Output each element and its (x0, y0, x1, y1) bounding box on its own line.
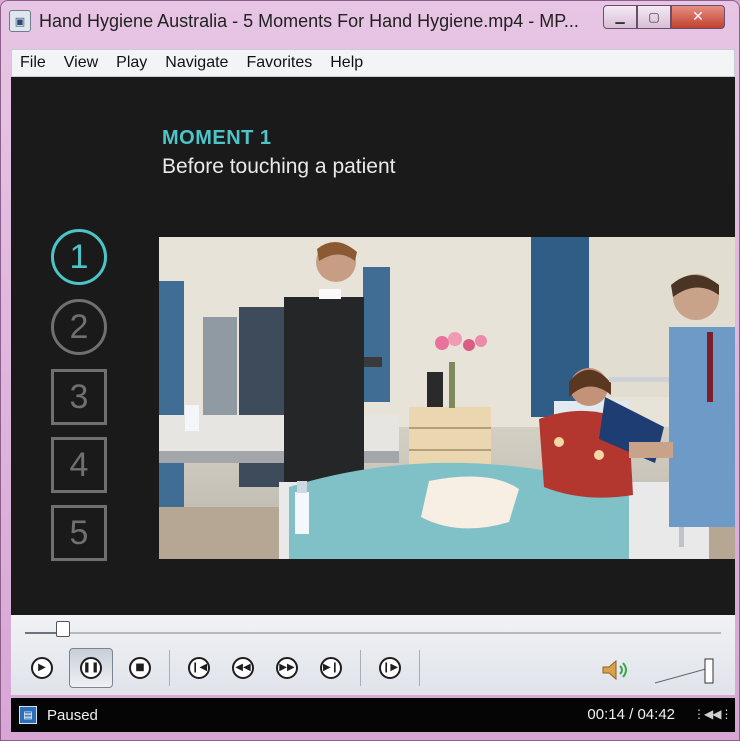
rewind-button[interactable]: ◀◀ (226, 651, 260, 685)
step-3-indicator: 3 (51, 369, 107, 425)
window-controls: ▁ ▢ ✕ (603, 5, 725, 29)
rewind-icon: ◀◀ (232, 657, 254, 679)
window-title: Hand Hygiene Australia - 5 Moments For H… (39, 10, 579, 31)
fast-forward-icon: ▶▶ (276, 657, 298, 679)
speaker-icon[interactable] (601, 659, 631, 681)
time-readout: 00:14 / 04:42 (587, 706, 675, 723)
menu-item-navigate[interactable]: Navigate (165, 54, 228, 72)
separator (169, 650, 170, 686)
pause-icon: ❚❚ (80, 657, 102, 679)
close-icon: ✕ (692, 9, 704, 25)
close-button[interactable]: ✕ (671, 5, 725, 29)
seek-bar[interactable] (25, 632, 721, 634)
step-frame-button[interactable]: ❙▶ (373, 651, 407, 685)
media-player-window: ▣ Hand Hygiene Australia - 5 Moments For… (0, 0, 740, 741)
minimize-button[interactable]: ▁ (603, 5, 637, 29)
video-frame-hospital-scene (159, 237, 735, 559)
menu-item-play[interactable]: Play (116, 54, 147, 72)
separator (419, 650, 420, 686)
transport-controls: ▶ ❚❚ ■ ❙◀ ◀◀ ▶▶ ▶❙ ❙▶ (25, 648, 432, 688)
play-icon: ▶ (31, 657, 53, 679)
maximize-button[interactable]: ▢ (637, 5, 671, 29)
volume-slider[interactable] (651, 655, 721, 687)
menu-item-view[interactable]: View (64, 54, 98, 72)
menu-item-file[interactable]: File (20, 54, 46, 72)
skip-forward-icon: ▶❙ (320, 657, 342, 679)
status-icon: ▤ (19, 706, 37, 724)
step-5-indicator: 5 (51, 505, 107, 561)
step-2-indicator: 2 (51, 299, 107, 355)
playback-controls-panel: ▶ ❚❚ ■ ❙◀ ◀◀ ▶▶ ▶❙ ❙▶ (11, 615, 735, 695)
video-display[interactable]: MOMENT 1 Before touching a patient 1 2 3… (11, 77, 735, 615)
moment-heading: MOMENT 1 (162, 127, 272, 149)
menu-item-help[interactable]: Help (330, 54, 363, 72)
playback-state: Paused (47, 706, 98, 724)
skip-back-icon: ❙◀ (188, 657, 210, 679)
pause-button[interactable]: ❚❚ (69, 648, 113, 688)
fast-forward-button[interactable]: ▶▶ (270, 651, 304, 685)
separator (360, 650, 361, 686)
status-bar: ▤ Paused 00:14 / 04:42 ⋮◀◀⋮ (11, 698, 735, 732)
menu-bar: File View Play Navigate Favorites Help (11, 49, 735, 77)
maximize-icon: ▢ (648, 10, 660, 24)
stop-button[interactable]: ■ (123, 651, 157, 685)
frame-step-icon: ❙▶ (379, 657, 401, 679)
next-button[interactable]: ▶❙ (314, 651, 348, 685)
step-1-indicator: 1 (51, 229, 107, 285)
previous-button[interactable]: ❙◀ (182, 651, 216, 685)
media-player-icon: ▣ (9, 10, 31, 32)
stop-icon: ■ (129, 657, 151, 679)
step-4-indicator: 4 (51, 437, 107, 493)
hospital-room-illustration (159, 237, 735, 559)
minimize-icon: ▁ (615, 10, 625, 24)
switch-to-library-icon[interactable]: ⋮◀◀⋮ (693, 707, 732, 723)
moment-subheading: Before touching a patient (162, 155, 396, 178)
menu-item-favorites[interactable]: Favorites (246, 54, 312, 72)
seek-thumb[interactable] (56, 621, 71, 637)
title-bar[interactable]: ▣ Hand Hygiene Australia - 5 Moments For… (1, 1, 739, 41)
play-button[interactable]: ▶ (25, 651, 59, 685)
